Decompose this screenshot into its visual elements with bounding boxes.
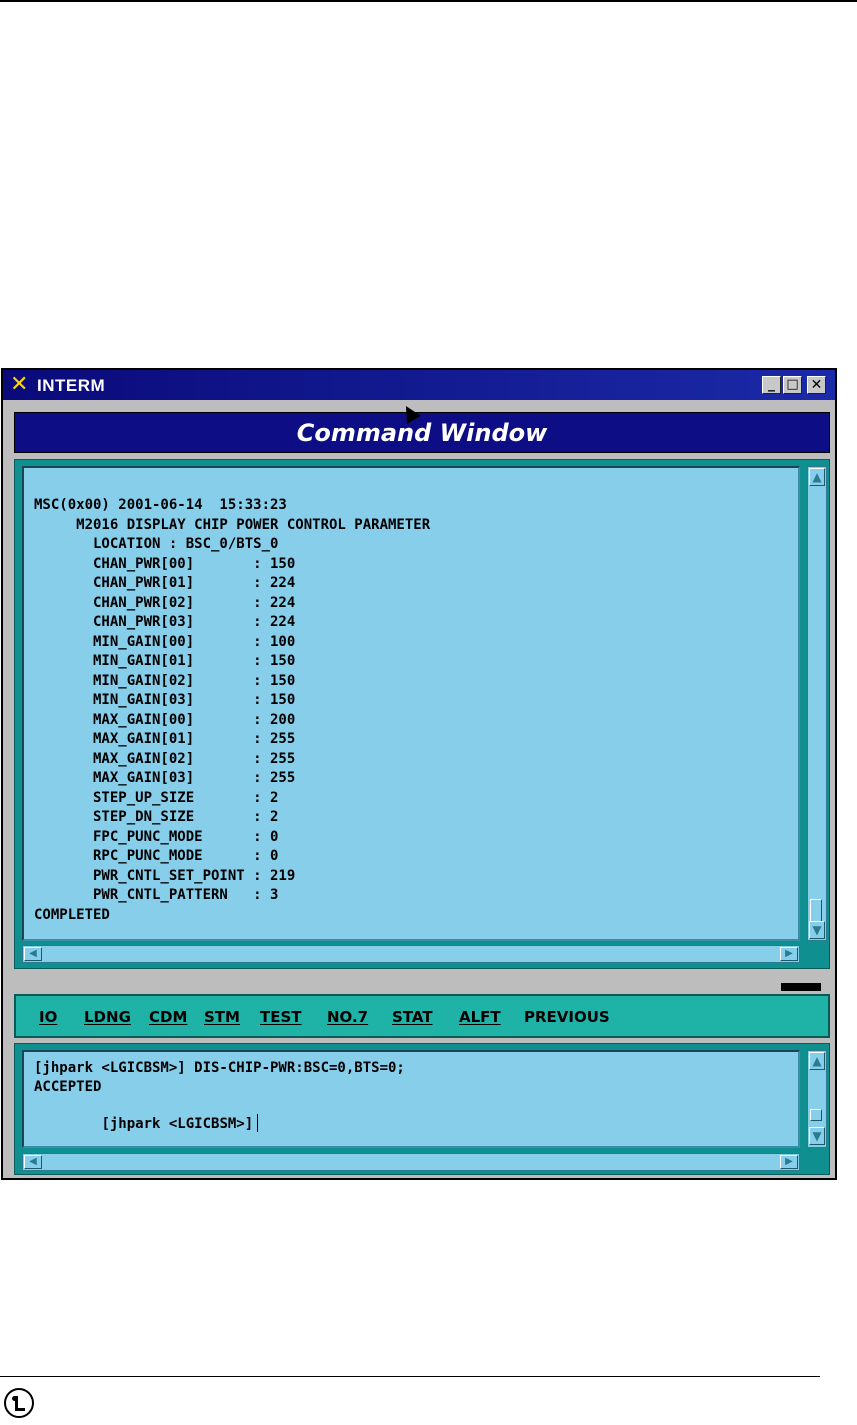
output-horizontal-scrollbar[interactable]: ◀ ▶ bbox=[22, 945, 800, 963]
prompt-text: [jhpark <LGICBSM>] bbox=[101, 1116, 254, 1132]
output-panel: MSC(0x00) 2001-06-14 15:33:23 M2016 DISP… bbox=[14, 459, 830, 969]
input-line-prompt: [jhpark <LGICBSM>] bbox=[34, 1098, 259, 1146]
output-vertical-scrollbar[interactable]: ▲ ▼ bbox=[807, 466, 827, 941]
maximize-icon: □ bbox=[786, 377, 799, 392]
output-line: M2016 DISPLAY CHIP POWER CONTROL PARAMET… bbox=[34, 516, 431, 533]
output-text-area[interactable]: MSC(0x00) 2001-06-14 15:33:23 M2016 DISP… bbox=[22, 466, 800, 941]
output-line: STEP_UP_SIZE : 2 bbox=[34, 789, 279, 806]
scroll-up-arrow-icon[interactable]: ▲ bbox=[809, 468, 825, 486]
menu-item-cdm[interactable]: CDM bbox=[149, 1008, 187, 1026]
window-title: INTERM bbox=[37, 376, 106, 395]
pane-splitter-handle[interactable] bbox=[781, 983, 821, 991]
scroll-left-arrow-icon[interactable]: ◀ bbox=[24, 947, 42, 961]
menu-item-test[interactable]: TEST bbox=[260, 1008, 302, 1026]
bottom-rule bbox=[0, 1376, 820, 1377]
output-line: LOCATION : BSC_0/BTS_0 bbox=[34, 536, 279, 552]
menu-item-stm[interactable]: STM bbox=[204, 1008, 240, 1026]
output-line: MIN_GAIN[00] : 100 bbox=[34, 633, 296, 650]
maximize-button[interactable]: □ bbox=[783, 376, 802, 394]
output-line: COMPLETED bbox=[34, 906, 110, 923]
command-menu-bar: IO LDNG CDM STM TEST NO.7 STAT ALFT PREV… bbox=[14, 994, 830, 1038]
menu-item-io[interactable]: IO bbox=[39, 1008, 57, 1026]
interm-window: ✕ INTERM _ □ ✕ Command Window MSC(0x00) … bbox=[1, 368, 837, 1180]
input-scroll-down-arrow-icon[interactable]: ▼ bbox=[809, 1127, 825, 1145]
output-line: CHAN_PWR[01] : 224 bbox=[34, 575, 296, 591]
output-line: FPC_PUNC_MODE : 0 bbox=[34, 828, 279, 845]
command-input-area[interactable]: [jhpark <LGICBSM>] DIS-CHIP-PWR:BSC=0,BT… bbox=[22, 1050, 800, 1148]
output-line: STEP_DN_SIZE : 2 bbox=[34, 809, 279, 825]
scroll-down-arrow-icon[interactable]: ▼ bbox=[809, 921, 825, 939]
output-line: PWR_CNTL_PATTERN : 3 bbox=[34, 887, 279, 903]
command-window-title: Command Window bbox=[296, 419, 548, 447]
output-line: MAX_GAIN[01] : 255 bbox=[34, 731, 296, 747]
input-horizontal-scrollbar[interactable]: ◀ ▶ bbox=[22, 1153, 800, 1171]
output-line: MAX_GAIN[03] : 255 bbox=[34, 770, 296, 786]
output-line: MSC(0x00) 2001-06-14 15:33:23 bbox=[34, 497, 287, 513]
top-rule bbox=[0, 0, 857, 2]
output-line: MAX_GAIN[02] : 255 bbox=[34, 750, 296, 767]
input-line-accepted: ACCEPTED bbox=[34, 1079, 102, 1095]
input-panel: [jhpark <LGICBSM>] DIS-CHIP-PWR:BSC=0,BT… bbox=[14, 1043, 830, 1175]
input-line-command: [jhpark <LGICBSM>] DIS-CHIP-PWR:BSC=0,BT… bbox=[34, 1060, 405, 1076]
menu-item-ldng[interactable]: LDNG bbox=[84, 1008, 131, 1026]
output-line: PWR_CNTL_SET_POINT : 219 bbox=[34, 867, 296, 884]
scroll-right-arrow-icon[interactable]: ▶ bbox=[780, 947, 798, 961]
command-window-header: Command Window bbox=[14, 412, 830, 453]
close-button[interactable]: ✕ bbox=[807, 376, 826, 394]
output-line: MIN_GAIN[03] : 150 bbox=[34, 692, 296, 708]
output-line: MIN_GAIN[02] : 150 bbox=[34, 672, 296, 689]
input-scroll-right-arrow-icon[interactable]: ▶ bbox=[780, 1155, 798, 1169]
input-scroll-up-arrow-icon[interactable]: ▲ bbox=[809, 1052, 825, 1070]
input-scroll-thumb[interactable] bbox=[810, 1109, 822, 1121]
menu-item-stat[interactable]: STAT bbox=[392, 1008, 433, 1026]
output-line: MAX_GAIN[00] : 200 bbox=[34, 711, 296, 728]
x-icon: ✕ bbox=[10, 372, 29, 397]
input-scroll-left-arrow-icon[interactable]: ◀ bbox=[24, 1155, 42, 1169]
text-cursor bbox=[257, 1114, 259, 1132]
minimize-icon: _ bbox=[768, 376, 775, 392]
menu-item-previous[interactable]: PREVIOUS bbox=[524, 1008, 610, 1026]
output-line: RPC_PUNC_MODE : 0 bbox=[34, 848, 279, 864]
output-line: CHAN_PWR[00] : 150 bbox=[34, 555, 296, 572]
output-line: CHAN_PWR[03] : 224 bbox=[34, 614, 296, 630]
input-vertical-scrollbar[interactable]: ▲ ▼ bbox=[807, 1050, 827, 1148]
menu-item-alft[interactable]: ALFT bbox=[459, 1008, 501, 1026]
output-line: CHAN_PWR[02] : 224 bbox=[34, 594, 296, 611]
lg-logo-icon bbox=[4, 1388, 34, 1418]
titlebar[interactable]: ✕ INTERM _ □ ✕ bbox=[3, 370, 835, 400]
minimize-button[interactable]: _ bbox=[762, 376, 781, 394]
output-log: MSC(0x00) 2001-06-14 15:33:23 M2016 DISP… bbox=[24, 468, 798, 925]
output-line: MIN_GAIN[01] : 150 bbox=[34, 653, 296, 669]
menu-item-no7[interactable]: NO.7 bbox=[327, 1008, 368, 1026]
close-icon: ✕ bbox=[810, 377, 823, 393]
